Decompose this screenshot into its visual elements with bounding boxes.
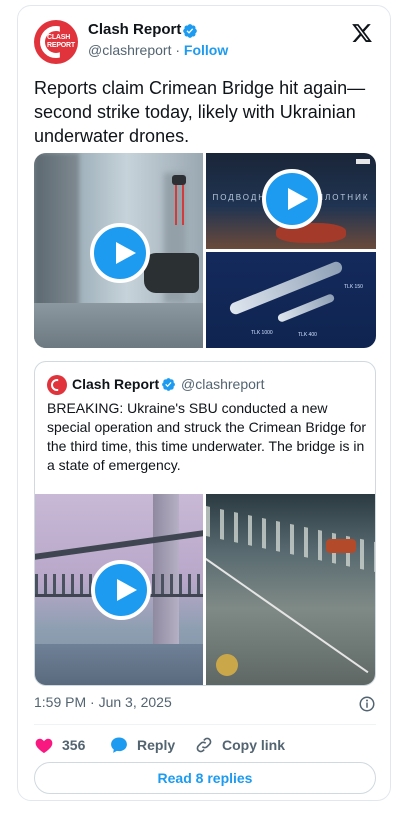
action-bar: 356 Reply Copy link xyxy=(34,735,376,755)
tweet-text: Reports claim Crimean Bridge hit again—s… xyxy=(34,78,366,146)
play-video-icon[interactable] xyxy=(91,560,151,620)
drone-label-3: TLK 150 xyxy=(344,284,363,290)
author-avatar[interactable]: CLASH REPORT xyxy=(34,20,78,64)
verified-badge-icon xyxy=(183,24,197,38)
reply-label: Reply xyxy=(137,737,176,753)
quoted-author-name[interactable]: Clash Report xyxy=(72,376,159,392)
media-video-underwater-drone[interactable]: ПОДВОДНЫЙ БЕСПИЛОТНИК xyxy=(206,153,376,249)
drone-label-1: TLK 1000 xyxy=(251,330,273,336)
reply-button[interactable]: Reply xyxy=(109,735,175,755)
heart-icon xyxy=(35,738,53,753)
divider xyxy=(34,724,376,725)
quoted-media-grid[interactable] xyxy=(35,494,375,685)
tweet-card: CLASH REPORT Clash Report @clashreport · … xyxy=(17,5,391,801)
copy-link-button[interactable]: Copy link xyxy=(194,735,285,755)
like-button[interactable]: 356 xyxy=(34,735,85,755)
reply-bubble-icon xyxy=(111,737,127,753)
quoted-author-avatar[interactable] xyxy=(47,375,67,395)
media-video-crane[interactable] xyxy=(34,153,203,348)
quoted-tweet[interactable]: Clash Report @clashreport BREAKING: Ukra… xyxy=(34,361,376,686)
read-replies-button[interactable]: Read 8 replies xyxy=(34,762,376,794)
media-video-bridge-pillars[interactable] xyxy=(35,494,203,685)
author-handle-row: @clashreport · Follow xyxy=(88,42,229,58)
x-logo-icon[interactable] xyxy=(351,22,373,44)
quoted-tweet-text: BREAKING: Ukraine's SBU conducted a new … xyxy=(47,400,367,473)
info-icon[interactable] xyxy=(358,695,376,713)
follow-button[interactable]: Follow xyxy=(184,42,228,58)
tweet-timestamp[interactable]: 1:59 PM · Jun 3, 2025 xyxy=(34,694,172,710)
author-name[interactable]: Clash Report xyxy=(88,21,181,38)
sbu-emblem-icon xyxy=(216,654,238,676)
media-bridge-road-photo[interactable] xyxy=(206,494,375,685)
link-icon xyxy=(196,737,212,753)
verified-badge-icon xyxy=(162,378,175,391)
like-count: 356 xyxy=(62,737,86,753)
author-handle: @clashreport xyxy=(88,42,172,58)
quoted-author-handle: @clashreport xyxy=(181,376,265,392)
media-grid[interactable]: ПОДВОДНЫЙ БЕСПИЛОТНИК TLK 1000 TLK 400 T… xyxy=(34,153,376,348)
copy-link-label: Copy link xyxy=(222,737,286,753)
media-drone-diagram[interactable]: TLK 1000 TLK 400 TLK 150 xyxy=(206,252,376,348)
play-video-icon[interactable] xyxy=(262,169,322,229)
drone-label-2: TLK 400 xyxy=(298,332,317,338)
play-video-icon[interactable] xyxy=(90,223,150,283)
